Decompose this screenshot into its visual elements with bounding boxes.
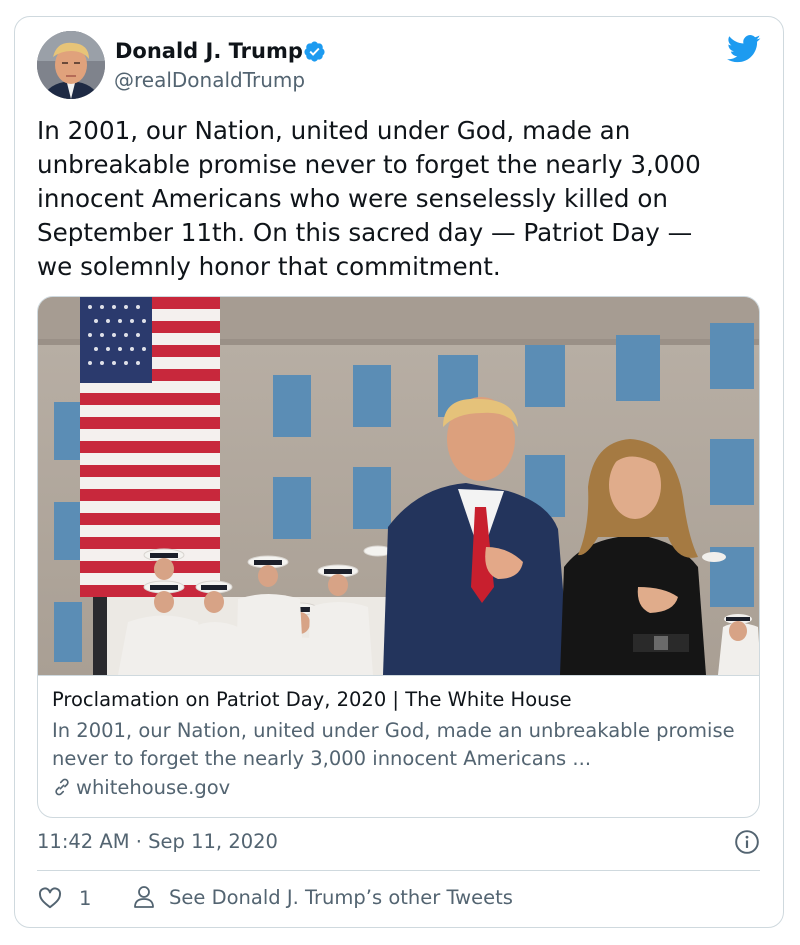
tweet-timestamp[interactable]: 11:42 AM · Sep 11, 2020 bbox=[37, 829, 278, 855]
tweet-text: In 2001, our Nation, united under God, m… bbox=[37, 116, 701, 281]
author-handle[interactable]: @realDonaldTrump bbox=[114, 67, 305, 93]
see-other-tweets-label: See Donald J. Trump’s other Tweets bbox=[169, 885, 513, 909]
link-card-image bbox=[38, 297, 759, 675]
link-card-domain-text: whitehouse.gov bbox=[76, 776, 231, 799]
link-icon bbox=[55, 778, 69, 796]
verified-badge-icon bbox=[304, 41, 325, 62]
link-card-description: In 2001, our Nation, united under God, m… bbox=[52, 719, 735, 770]
author-display-name[interactable]: Donald J. Trump bbox=[115, 38, 303, 64]
link-card-title[interactable]: Proclamation on Patriot Day, 2020 | The … bbox=[52, 687, 572, 713]
like-button[interactable]: 1 bbox=[37, 885, 91, 911]
heart-icon bbox=[39, 887, 61, 909]
avatar[interactable] bbox=[37, 31, 105, 99]
twitter-bird-icon[interactable] bbox=[727, 34, 761, 64]
divider bbox=[37, 870, 760, 871]
link-card-divider bbox=[38, 675, 759, 676]
like-count: 1 bbox=[79, 886, 92, 910]
link-card-domain[interactable]: whitehouse.gov bbox=[52, 775, 230, 801]
see-other-tweets-link[interactable]: See Donald J. Trump’s other Tweets bbox=[133, 885, 513, 909]
link-card[interactable]: Proclamation on Patriot Day, 2020 | The … bbox=[37, 296, 760, 818]
info-icon[interactable] bbox=[734, 829, 760, 855]
person-icon bbox=[134, 886, 154, 908]
